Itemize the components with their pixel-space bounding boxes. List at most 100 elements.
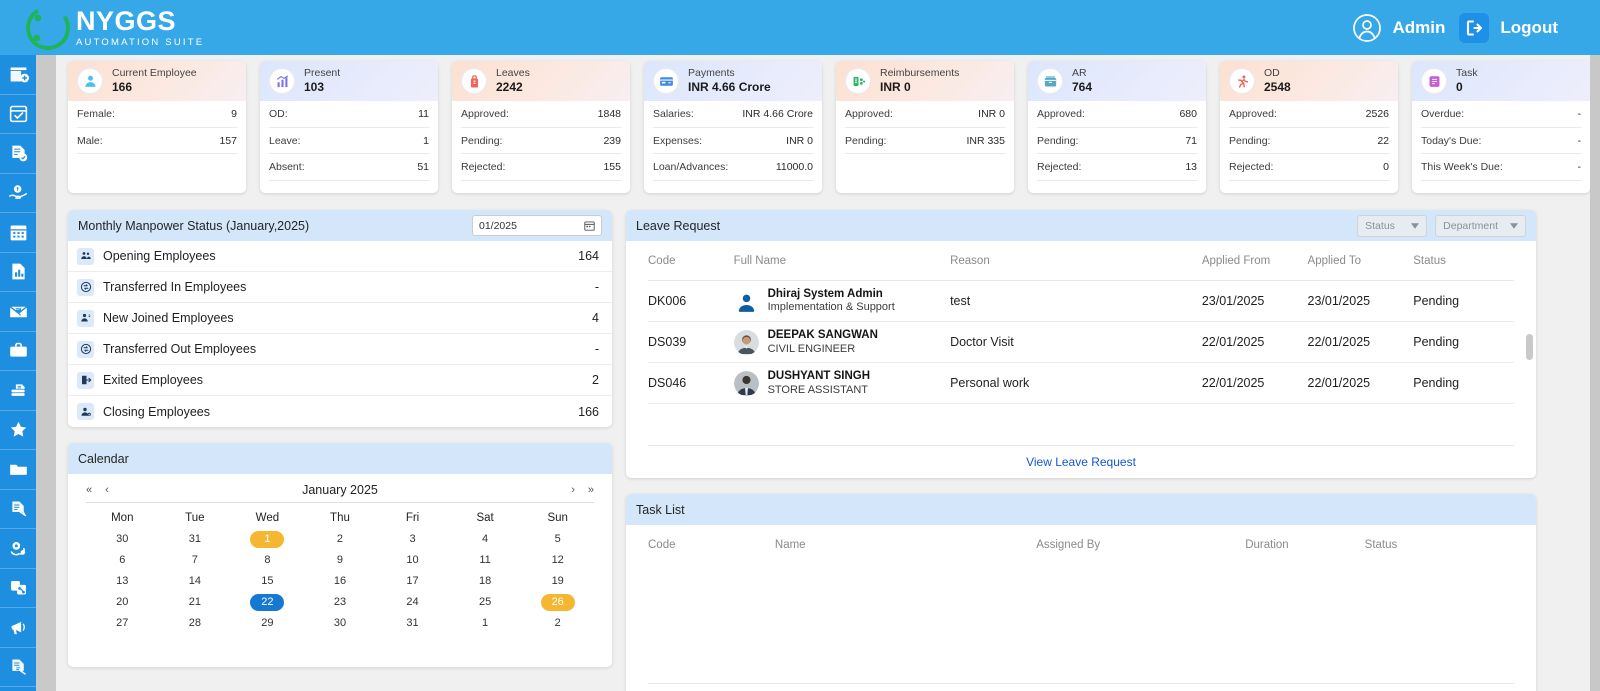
leave-column-header: Applied To (1308, 241, 1414, 281)
calendar-day[interactable]: 24 (376, 592, 449, 613)
kpi-card-present[interactable]: Present103OD:11Leave:1Absent:51 (260, 61, 438, 193)
calendar-day[interactable]: 12 (521, 550, 594, 571)
calendar-day[interactable]: 16 (304, 571, 377, 592)
sidebar-item-1[interactable] (0, 95, 36, 135)
sidebar-item-8[interactable] (0, 371, 36, 411)
sidebar-item-11[interactable] (0, 490, 36, 530)
sidebar-item-15[interactable] (0, 648, 36, 688)
calendar-day[interactable]: 27 (86, 613, 159, 634)
admin-user-button[interactable]: Admin (1352, 13, 1446, 43)
calendar-day[interactable]: 21 (159, 592, 232, 613)
kpi-card-current-employee[interactable]: Current Employee166Female:9Male:157 (68, 61, 246, 193)
avatar (734, 330, 759, 355)
view-task-list-link[interactable]: View Task List (648, 683, 1514, 691)
calendar-day[interactable]: 4 (449, 529, 522, 550)
calendar-day[interactable]: 31 (376, 613, 449, 634)
calendar-last-button[interactable]: » (588, 484, 594, 496)
kpi-stat-value: - (1578, 108, 1582, 120)
table-row[interactable]: DK006Dhiraj System AdminImplementation &… (648, 281, 1514, 322)
leave-applied-to: 23/01/2025 (1308, 281, 1414, 322)
calendar-day[interactable]: 2 (304, 529, 377, 550)
kpi-stat-row: Pending:71 (1037, 128, 1197, 155)
sidebar-item-5[interactable] (0, 253, 36, 293)
kpi-card-payments[interactable]: PaymentsINR 4.66 CroreSalaries:INR 4.66 … (644, 61, 822, 193)
manpower-month-value: 01/2025 (479, 220, 517, 232)
calendar-day[interactable]: 14 (159, 571, 232, 592)
sidebar-item-13[interactable] (0, 569, 36, 609)
sidebar-item-12[interactable] (0, 529, 36, 569)
calendar-day[interactable]: 29 (231, 613, 304, 634)
sidebar-item-9[interactable] (0, 411, 36, 451)
kpi-stat-label: Pending: (1229, 135, 1270, 147)
leave-filter-status[interactable]: Status (1357, 215, 1427, 237)
sidebar-item-6[interactable] (0, 292, 36, 332)
calendar-day[interactable]: 18 (449, 571, 522, 592)
sidebar-item-2[interactable] (0, 134, 36, 174)
page-scroll-thumb[interactable] (1590, 55, 1600, 691)
kpi-card-title: Reimbursements (880, 67, 959, 79)
calendar-day[interactable]: 1 (231, 529, 304, 550)
task-column-header: Duration (1245, 525, 1364, 561)
kpi-card-od[interactable]: OD2548Approved:2526Pending:22Rejected:0 (1220, 61, 1398, 193)
avatar (734, 289, 759, 314)
calendar-day[interactable]: 31 (159, 529, 232, 550)
calendar-day[interactable]: 23 (304, 592, 377, 613)
manpower-month-picker[interactable]: 01/2025 (472, 215, 602, 236)
calendar-day-number: 30 (105, 531, 139, 548)
calendar-day[interactable]: 17 (376, 571, 449, 592)
brand-logo[interactable]: NYGGS AUTOMATION SUITE (0, 2, 204, 54)
calendar-day[interactable]: 26 (521, 592, 594, 613)
table-row[interactable]: DS046DUSHYANT SINGHSTORE ASSISTANTPerson… (648, 363, 1514, 404)
logout-button[interactable]: Logout (1459, 13, 1558, 43)
calendar-day[interactable]: 8 (231, 550, 304, 571)
leave-filter-department[interactable]: Department (1435, 215, 1526, 237)
kpi-stat-label: Leave: (269, 135, 301, 147)
kpi-card-header: Current Employee166 (68, 61, 246, 101)
leave-request-scroll-thumb[interactable] (1526, 334, 1533, 360)
kpi-card-ar[interactable]: AR764Approved:680Pending:71Rejected:13 (1028, 61, 1206, 193)
leave-code: DS046 (648, 363, 734, 404)
leave-applied-from: 22/01/2025 (1202, 322, 1308, 363)
manpower-row-value: 164 (578, 249, 599, 263)
document-check-icon (8, 143, 29, 164)
calendar-day[interactable]: 19 (521, 571, 594, 592)
sidebar-item-0[interactable] (0, 55, 36, 95)
calendar-day[interactable]: 7 (159, 550, 232, 571)
kpi-card-task[interactable]: Task0Overdue:-Today's Due:-This Week's D… (1412, 61, 1590, 193)
calendar-day[interactable]: 2 (521, 613, 594, 634)
calendar-day[interactable]: 11 (449, 550, 522, 571)
calendar-day[interactable]: 30 (304, 613, 377, 634)
kpi-stat-value: INR 0 (786, 135, 813, 147)
sidebar-item-3[interactable] (0, 174, 36, 214)
kpi-stat-value: 2526 (1366, 108, 1389, 120)
calendar-day[interactable]: 10 (376, 550, 449, 571)
calendar-day[interactable]: 1 (449, 613, 522, 634)
calendar-day[interactable]: 30 (86, 529, 159, 550)
sidebar-item-14[interactable] (0, 608, 36, 648)
calendar-first-button[interactable]: « (86, 484, 92, 496)
calendar-day[interactable]: 25 (449, 592, 522, 613)
calendar-prev-button[interactable]: ‹ (105, 484, 109, 496)
calendar-day[interactable]: 9 (304, 550, 377, 571)
task-list-title: Task List (636, 503, 685, 517)
calendar-day[interactable]: 15 (231, 571, 304, 592)
calendar-day[interactable]: 22 (231, 592, 304, 613)
view-leave-request-link[interactable]: View Leave Request (648, 445, 1514, 469)
kpi-stat-label: Loan/Advances: (653, 161, 728, 173)
calendar-day[interactable]: 20 (86, 592, 159, 613)
calendar-day[interactable]: 28 (159, 613, 232, 634)
page-scrollbar[interactable] (1590, 55, 1600, 691)
calendar-day[interactable]: 5 (521, 529, 594, 550)
calendar-day[interactable]: 6 (86, 550, 159, 571)
leave-filter-label: Department (1443, 220, 1498, 232)
sidebar-item-10[interactable] (0, 450, 36, 490)
calendar-day[interactable]: 13 (86, 571, 159, 592)
calendar-day[interactable]: 3 (376, 529, 449, 550)
sidebar-item-7[interactable] (0, 332, 36, 372)
table-row[interactable]: DS039DEEPAK SANGWANCIVIL ENGINEERDoctor … (648, 322, 1514, 363)
calendar-day-number: 22 (250, 594, 284, 611)
kpi-card-reimbursements[interactable]: ReimbursementsINR 0Approved:INR 0Pending… (836, 61, 1014, 193)
kpi-card-leaves[interactable]: Leaves2242Approved:1848Pending:239Reject… (452, 61, 630, 193)
sidebar-item-4[interactable] (0, 213, 36, 253)
calendar-next-button[interactable]: › (571, 484, 575, 496)
